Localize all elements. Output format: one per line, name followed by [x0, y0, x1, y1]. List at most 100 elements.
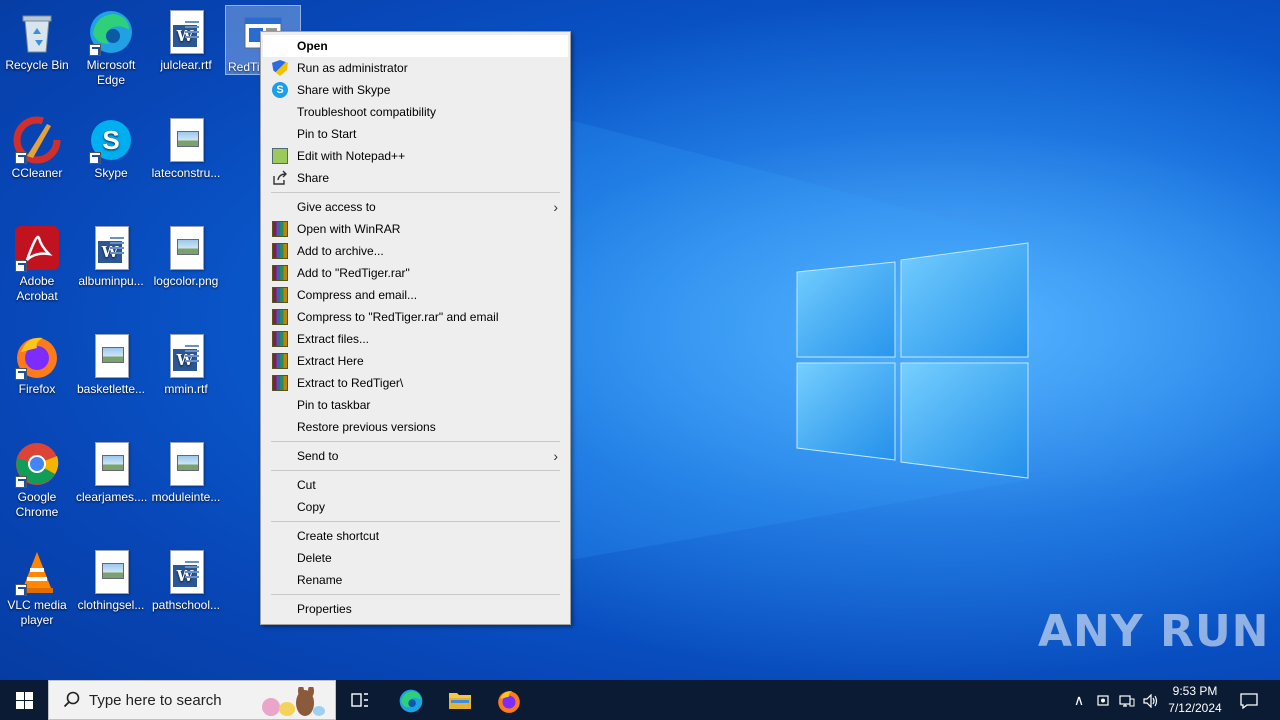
menu-item-copy[interactable]: Copy [263, 496, 568, 518]
taskbar-search-box[interactable]: Type here to search [48, 680, 336, 720]
menu-item-label: Send to [297, 449, 339, 463]
desktop-icon-firefox[interactable]: Firefox [0, 328, 74, 397]
menu-item-label: Copy [297, 500, 326, 514]
desktop-icon-label: Skype [94, 166, 128, 180]
desktop-icon-vlc[interactable]: VLC media player [0, 544, 74, 628]
taskbar-file-explorer-button[interactable] [435, 680, 483, 720]
menu-item-label: Share [297, 171, 330, 185]
desktop-icon-microsoft-edge[interactable]: Microsoft Edge [74, 4, 148, 88]
word-doc-icon: W [162, 332, 210, 380]
menu-item-label: Compress to "RedTiger.rar" and email [297, 310, 499, 324]
volume-button[interactable] [1140, 680, 1162, 720]
desktop-icon-basketlette[interactable]: basketlette... [74, 328, 148, 397]
menu-separator [271, 192, 560, 193]
menu-item-create-shortcut[interactable]: Create shortcut [263, 525, 568, 547]
menu-separator [271, 594, 560, 595]
word-doc-icon: W [87, 224, 135, 272]
desktop-icon-clothingsel[interactable]: clothingsel... [74, 544, 148, 613]
desktop-icon-label: Firefox [18, 382, 56, 396]
menu-item-label: Extract to RedTiger\ [297, 376, 404, 390]
menu-item-share[interactable]: Share [263, 167, 568, 189]
desktop-icon-recycle-bin[interactable]: Recycle Bin [0, 4, 74, 73]
search-icon [63, 691, 81, 714]
network-button[interactable] [1116, 680, 1138, 720]
desktop-icon-logcolor[interactable]: logcolor.png [149, 220, 223, 289]
shortcut-arrow-icon [89, 44, 101, 56]
menu-separator [271, 470, 560, 471]
menu-item-label: Extract Here [297, 354, 364, 368]
winrar-icon [272, 265, 288, 281]
menu-item-compress-to-rar-and-email[interactable]: Compress to "RedTiger.rar" and email [263, 306, 568, 328]
shortcut-arrow-icon [15, 260, 27, 272]
menu-item-label: Run as administrator [297, 61, 408, 75]
image-file-icon [162, 224, 210, 272]
menu-item-properties[interactable]: Properties [263, 598, 568, 620]
menu-item-add-to-archive[interactable]: Add to archive... [263, 240, 568, 262]
start-button[interactable] [0, 680, 48, 720]
menu-item-open-with-winrar[interactable]: Open with WinRAR [263, 218, 568, 240]
taskbar-clock[interactable]: 9:53 PM 7/12/2024 [1160, 683, 1230, 717]
menu-item-label: Cut [297, 478, 316, 492]
desktop-icon-label: Microsoft Edge [86, 58, 136, 87]
task-view-button[interactable] [336, 680, 384, 720]
menu-item-add-to-redtiger-rar[interactable]: Add to "RedTiger.rar" [263, 262, 568, 284]
desktop-icon-google-chrome[interactable]: Google Chrome [0, 436, 74, 520]
desktop-icon-julclear[interactable]: W julclear.rtf [149, 4, 223, 73]
menu-item-label: Restore previous versions [297, 420, 436, 434]
desktop-icon-mmin[interactable]: W mmin.rtf [149, 328, 223, 397]
menu-item-label: Share with Skype [297, 83, 391, 97]
shortcut-arrow-icon [15, 368, 27, 380]
network-icon [1119, 692, 1135, 708]
shortcut-arrow-icon [89, 152, 101, 164]
menu-item-pin-to-start[interactable]: Pin to Start [263, 123, 568, 145]
menu-item-extract-to-redtiger[interactable]: Extract to RedTiger\ [263, 372, 568, 394]
taskbar-firefox-button[interactable] [484, 680, 532, 720]
menu-item-open[interactable]: Open [263, 35, 568, 57]
tray-device-icon-button[interactable] [1092, 680, 1114, 720]
action-center-button[interactable] [1234, 680, 1264, 720]
menu-item-share-with-skype[interactable]: S Share with Skype [263, 79, 568, 101]
menu-item-run-as-administrator[interactable]: Run as administrator [263, 57, 568, 79]
notification-icon [1240, 692, 1258, 710]
desktop-icon-label: julclear.rtf [160, 58, 212, 72]
vlc-icon [13, 548, 61, 596]
device-icon [1096, 692, 1110, 708]
menu-item-give-access-to[interactable]: Give access to › [263, 196, 568, 218]
easter-eggs-search-highlight-icon [253, 685, 329, 717]
menu-item-label: Add to archive... [297, 244, 384, 258]
menu-item-pin-to-taskbar[interactable]: Pin to taskbar [263, 394, 568, 416]
menu-item-cut[interactable]: Cut [263, 474, 568, 496]
edge-icon [87, 8, 135, 56]
menu-separator [271, 521, 560, 522]
taskbar-edge-button[interactable] [386, 680, 434, 720]
menu-item-troubleshoot-compatibility[interactable]: Troubleshoot compatibility [263, 101, 568, 123]
menu-item-compress-and-email[interactable]: Compress and email... [263, 284, 568, 306]
shortcut-arrow-icon [15, 152, 27, 164]
desktop-icon-clearjames[interactable]: clearjames.... [74, 436, 148, 505]
shortcut-arrow-icon [15, 476, 27, 488]
desktop-icon-albuminpu[interactable]: W albuminpu... [74, 220, 148, 289]
desktop-icon-moduleinte[interactable]: moduleinte... [149, 436, 223, 505]
menu-item-edit-with-notepadpp[interactable]: Edit with Notepad++ [263, 145, 568, 167]
winrar-icon [272, 243, 288, 259]
menu-item-label: Edit with Notepad++ [297, 149, 406, 163]
menu-item-extract-here[interactable]: Extract Here [263, 350, 568, 372]
menu-item-delete[interactable]: Delete [263, 547, 568, 569]
menu-item-label: Pin to Start [297, 127, 357, 141]
desktop-icon-lateconstru[interactable]: lateconstru... [149, 112, 223, 181]
winrar-icon [272, 375, 288, 391]
menu-item-label: Compress and email... [297, 288, 418, 302]
show-hidden-icons-button[interactable]: ∧ [1068, 680, 1090, 720]
image-file-icon [87, 440, 135, 488]
search-placeholder: Type here to search [89, 692, 222, 709]
skype-icon: S [87, 116, 135, 164]
desktop-icon-skype[interactable]: S Skype [74, 112, 148, 181]
desktop-icon-pathschool[interactable]: W pathschool... [149, 544, 223, 613]
desktop-icon-adobe-acrobat[interactable]: Adobe Acrobat [0, 220, 74, 304]
menu-item-restore-previous-versions[interactable]: Restore previous versions [263, 416, 568, 438]
menu-item-extract-files[interactable]: Extract files... [263, 328, 568, 350]
desktop-icon-ccleaner[interactable]: CCleaner [0, 112, 74, 181]
menu-item-rename[interactable]: Rename [263, 569, 568, 591]
menu-item-send-to[interactable]: Send to › [263, 445, 568, 467]
word-doc-icon: W [162, 548, 210, 596]
